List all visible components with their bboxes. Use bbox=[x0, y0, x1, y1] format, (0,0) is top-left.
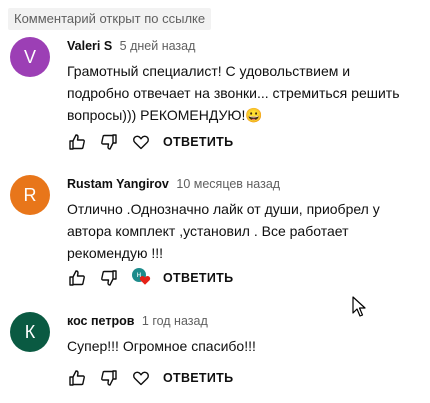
comment-actions: ОТВЕТИТЬ bbox=[67, 130, 233, 154]
reply-button[interactable]: ОТВЕТИТЬ bbox=[163, 371, 233, 385]
avatar[interactable]: V bbox=[10, 37, 50, 77]
comment-actions: ОТВЕТИТЬ bbox=[67, 366, 233, 390]
creator-heart-icon bbox=[139, 276, 151, 285]
comment-author[interactable]: кос петров bbox=[67, 314, 134, 328]
comment-author[interactable]: Rustam Yangirov bbox=[67, 177, 169, 191]
avatar[interactable]: R bbox=[10, 175, 50, 215]
comment-time[interactable]: 1 год назад bbox=[142, 314, 208, 328]
comment-time[interactable]: 5 дней назад bbox=[120, 39, 196, 53]
heart-icon[interactable] bbox=[131, 132, 151, 152]
heart-icon[interactable] bbox=[131, 368, 151, 388]
creator-heart-badge[interactable]: н bbox=[131, 268, 153, 288]
comment-author[interactable]: Valeri S bbox=[67, 39, 112, 53]
dislike-icon[interactable] bbox=[99, 268, 119, 288]
linked-comment-banner: Комментарий открыт по ссылке bbox=[8, 8, 212, 30]
like-icon[interactable] bbox=[67, 268, 87, 288]
avatar[interactable]: К bbox=[10, 312, 50, 352]
dislike-icon[interactable] bbox=[99, 132, 119, 152]
like-icon[interactable] bbox=[67, 132, 87, 152]
dislike-icon[interactable] bbox=[99, 368, 119, 388]
comment-actions: н ОТВЕТИТЬ bbox=[67, 266, 233, 290]
like-icon[interactable] bbox=[67, 368, 87, 388]
comment-text: Супер!!! Огромное спасибо!!! bbox=[67, 338, 256, 354]
reply-button[interactable]: ОТВЕТИТЬ bbox=[163, 135, 233, 149]
comment-time[interactable]: 10 месяцев назад bbox=[176, 177, 280, 191]
mouse-cursor-icon bbox=[352, 296, 366, 317]
reply-button[interactable]: ОТВЕТИТЬ bbox=[163, 271, 233, 285]
comment-text: Отлично .Однозначно лайк от души, приобр… bbox=[67, 201, 380, 261]
comment-text: Грамотный специалист! С удовольствием и … bbox=[67, 63, 400, 123]
